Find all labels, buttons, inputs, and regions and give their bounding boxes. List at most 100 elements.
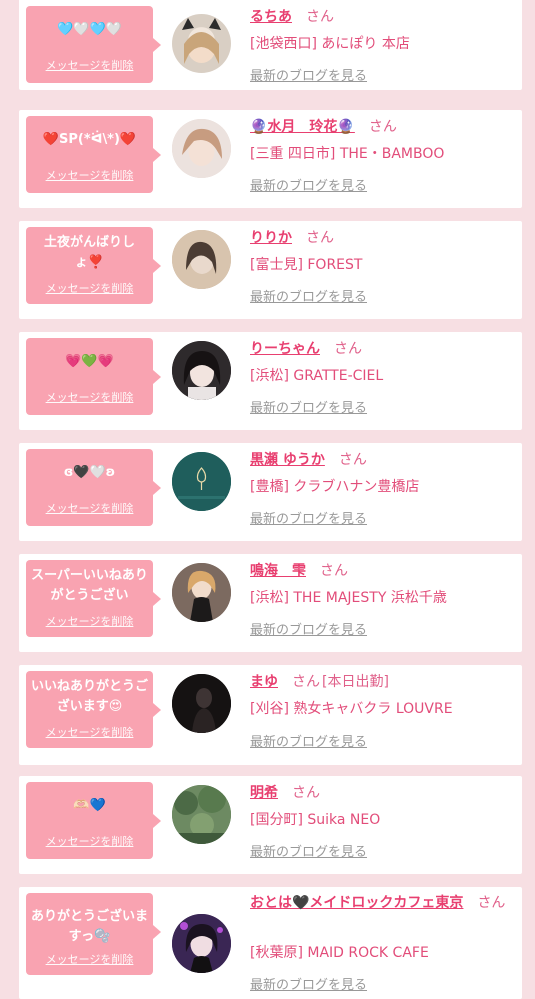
name-line: 黒瀬 ゆうか さん xyxy=(250,449,367,469)
message-text: ありがとうございますっ🫧 xyxy=(30,909,148,944)
user-card: 💗💚💗 メッセージを削除 りーちゃん さん [浜松] GRATTE-CIEL 最新… xyxy=(19,332,522,430)
user-card: 🩵🤍🩵🤍 メッセージを削除 るちあ さん [池袋西口] あにぽり 本店 最新のブロ… xyxy=(19,0,522,90)
avatar-club-logo-icon xyxy=(172,452,231,511)
avatar-girl-dark-hair-icon xyxy=(172,341,231,400)
work-status: [本日出勤] xyxy=(322,674,389,690)
delete-message-link[interactable]: メッセージを削除 xyxy=(26,833,153,849)
user-card: いいねありがとうございます😍 メッセージを削除 まゆ さん [本日出勤] [刈谷] … xyxy=(19,665,522,765)
honorific: さん xyxy=(338,452,367,468)
delete-message-link[interactable]: メッセージを削除 xyxy=(26,500,153,516)
user-name-link[interactable]: まゆ xyxy=(250,674,278,690)
shop-info[interactable]: [富士見] FOREST xyxy=(250,254,362,274)
honorific: さん xyxy=(477,895,506,911)
user-name-link[interactable]: 鳴海 雫 xyxy=(250,563,306,579)
user-name-link[interactable]: りりか xyxy=(250,230,292,246)
honorific: さん xyxy=(306,9,334,25)
message-bubble: ❤️SP(*ᐛ\*)❤️ メッセージを削除 xyxy=(26,116,161,193)
shop-info[interactable]: [豊橋] クラブハナン豊橋店 xyxy=(250,476,419,496)
latest-blog-link[interactable]: 最新のブログを見る xyxy=(250,508,367,527)
message-bubble: 💗💚💗 メッセージを削除 xyxy=(26,338,161,415)
user-name-link[interactable]: おとは🖤メイドロックカフェ東京 xyxy=(250,895,463,911)
user-card: スーパーいいねありがとうござい メッセージを削除 鳴海 雫さん [浜松] THE… xyxy=(19,554,522,652)
user-card: 土夜がんばりしょ❣️ メッセージを削除 りりか さん [富士見] FOREST 最… xyxy=(19,221,522,319)
avatar[interactable] xyxy=(172,119,231,178)
delete-message-link[interactable]: メッセージを削除 xyxy=(26,57,153,73)
shop-info[interactable]: [三重 四日市] THE・BAMBOO xyxy=(250,143,444,163)
shop-info[interactable]: [秋葉原] MAID ROCK CAFE xyxy=(250,942,429,962)
latest-blog-link[interactable]: 最新のブログを見る xyxy=(250,65,367,84)
message-text: 💗💚💗 xyxy=(65,354,114,369)
shop-info[interactable]: [池袋西口] あにぽり 本店 xyxy=(250,33,410,53)
name-line: りーちゃん さん xyxy=(250,338,362,358)
user-card: ɞ🖤🤍ʚ メッセージを削除 黒瀬 ゆうか さん [豊橋] クラブハナン豊橋店 最新… xyxy=(19,443,522,541)
honorific: さん xyxy=(320,563,348,579)
honorific: さん xyxy=(334,341,362,357)
message-text: 🫶🏻💙 xyxy=(73,798,106,813)
message-text: いいねありがとうございます😍 xyxy=(30,679,148,714)
avatar[interactable] xyxy=(172,563,231,622)
avatar-girl-dress-icon xyxy=(172,563,231,622)
avatar-maid-purple-icon xyxy=(172,914,231,973)
name-line: 明希 さん xyxy=(250,782,320,802)
latest-blog-link[interactable]: 最新のブログを見る xyxy=(250,731,367,750)
delete-message-link[interactable]: メッセージを削除 xyxy=(26,167,153,183)
avatar[interactable] xyxy=(172,674,231,733)
message-text: 🩵🤍🩵🤍 xyxy=(57,22,122,37)
latest-blog-link[interactable]: 最新のブログを見る xyxy=(250,841,367,860)
message-bubble: いいねありがとうございます😍 メッセージを削除 xyxy=(26,671,161,748)
avatar[interactable] xyxy=(172,914,231,973)
latest-blog-link[interactable]: 最新のブログを見る xyxy=(250,175,367,194)
delete-message-link[interactable]: メッセージを削除 xyxy=(26,389,153,405)
user-name-link[interactable]: りーちゃん xyxy=(250,341,320,357)
user-name-link[interactable]: るちあ xyxy=(250,9,292,25)
delete-message-link[interactable]: メッセージを削除 xyxy=(26,724,153,740)
shop-info[interactable]: [浜松] GRATTE-CIEL xyxy=(250,365,383,385)
latest-blog-link[interactable]: 最新のブログを見る xyxy=(250,397,367,416)
message-bubble: スーパーいいねありがとうござい メッセージを削除 xyxy=(26,560,161,637)
latest-blog-link[interactable]: 最新のブログを見る xyxy=(250,619,367,638)
name-line: おとは🖤メイドロックカフェ東京 さん xyxy=(250,893,516,913)
honorific: さん xyxy=(292,785,320,801)
user-card: ありがとうございますっ🫧 メッセージを削除 おとは🖤メイドロックカフェ東京 さん … xyxy=(19,887,522,999)
avatar[interactable] xyxy=(172,14,231,73)
avatar-girl-cat-ears-icon xyxy=(182,18,221,64)
latest-blog-link[interactable]: 最新のブログを見る xyxy=(250,286,367,305)
avatar[interactable] xyxy=(172,452,231,511)
honorific: さん xyxy=(292,674,320,690)
avatar-forest-scene-icon xyxy=(172,785,231,844)
honorific: さん xyxy=(306,230,334,246)
message-text: ɞ🖤🤍ʚ xyxy=(63,465,116,480)
message-text: 土夜がんばりしょ❣️ xyxy=(43,235,135,270)
avatar-girl-blurred-icon xyxy=(172,230,231,289)
name-line: 🔮水月 玲花🔮 さん xyxy=(250,116,397,136)
avatar-girl-blonde-icon xyxy=(172,119,231,178)
avatar[interactable] xyxy=(172,230,231,289)
message-bubble: 土夜がんばりしょ❣️ メッセージを削除 xyxy=(26,227,161,304)
shop-info[interactable]: [国分町] Suika NEO xyxy=(250,809,380,829)
name-line: まゆ さん [本日出勤] xyxy=(250,671,389,691)
message-text: ❤️SP(*ᐛ\*)❤️ xyxy=(42,132,137,147)
message-bubble: ありがとうございますっ🫧 メッセージを削除 xyxy=(26,893,161,975)
shop-info[interactable]: [浜松] THE MAJESTY 浜松千歳 xyxy=(250,587,447,607)
user-name-link[interactable]: 🔮水月 玲花🔮 xyxy=(250,119,355,135)
user-name-link[interactable]: 黒瀬 ゆうか xyxy=(250,452,325,468)
avatar[interactable] xyxy=(172,785,231,844)
delete-message-link[interactable]: メッセージを削除 xyxy=(26,280,153,296)
message-bubble: ɞ🖤🤍ʚ メッセージを削除 xyxy=(26,449,161,526)
name-line: るちあ さん xyxy=(250,6,334,26)
message-text: スーパーいいねありがとうござい xyxy=(31,568,148,603)
avatar-dark-portrait-icon xyxy=(172,674,231,733)
name-line: 鳴海 雫さん xyxy=(250,560,348,580)
user-card: 🫶🏻💙 メッセージを削除 明希 さん [国分町] Suika NEO 最新のブログ… xyxy=(19,776,522,874)
message-bubble: 🩵🤍🩵🤍 メッセージを削除 xyxy=(26,6,161,83)
name-line: りりか さん xyxy=(250,227,334,247)
honorific: さん xyxy=(368,119,397,135)
delete-message-link[interactable]: メッセージを削除 xyxy=(26,613,153,629)
user-card: ❤️SP(*ᐛ\*)❤️ メッセージを削除 🔮水月 玲花🔮 さん [三重 四日市]… xyxy=(19,110,522,208)
user-name-link[interactable]: 明希 xyxy=(250,785,278,801)
shop-info[interactable]: [刈谷] 熟女キャバクラ LOUVRE xyxy=(250,698,453,718)
message-bubble: 🫶🏻💙 メッセージを削除 xyxy=(26,782,161,859)
latest-blog-link[interactable]: 最新のブログを見る xyxy=(250,974,367,993)
delete-message-link[interactable]: メッセージを削除 xyxy=(26,951,153,967)
avatar[interactable] xyxy=(172,341,231,400)
